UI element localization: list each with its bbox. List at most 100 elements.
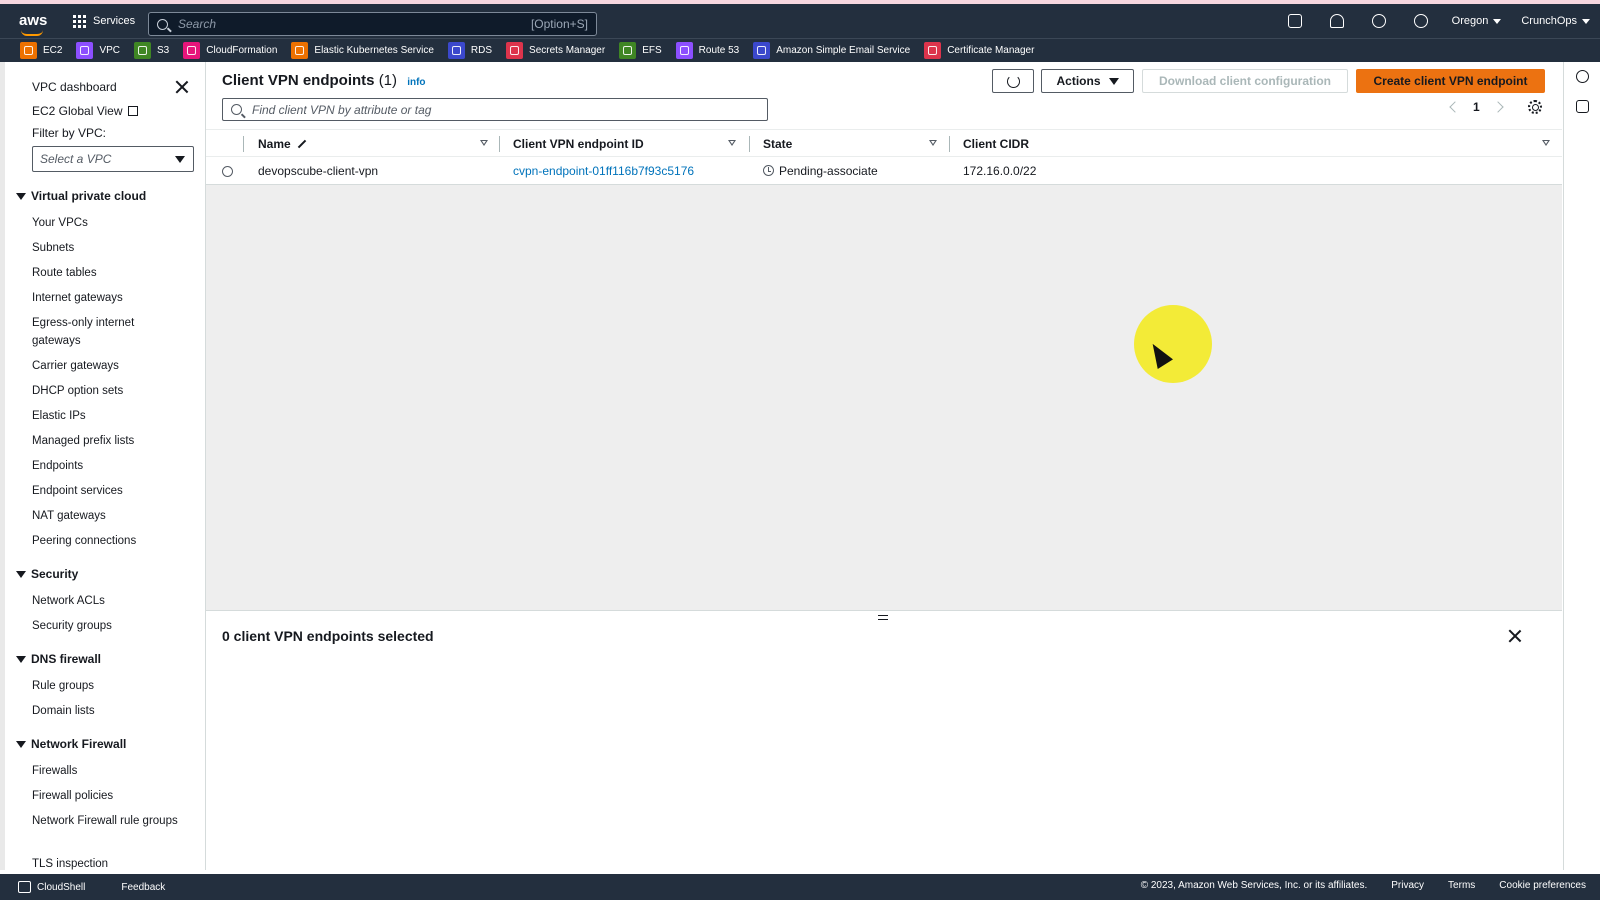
split-panel-title: 0 client VPN endpoints selected [222,628,434,644]
sidebar-item-your-vpcs[interactable]: Your VPCs [32,214,182,232]
caret-down-icon [16,192,26,200]
favorite-rds[interactable]: RDS [447,42,492,59]
sidebar-item-managed-prefix-lists[interactable]: Managed prefix lists [32,432,182,450]
row-select-radio[interactable] [222,166,233,177]
cursor-highlight [1134,305,1212,383]
chevron-left-icon[interactable] [1449,101,1461,113]
sidebar-item-elastic-ips[interactable]: Elastic IPs [32,407,182,425]
favorite-s3[interactable]: S3 [134,42,169,59]
vpc-filter-select[interactable]: Select a VPC [32,146,194,172]
cloudshell-icon[interactable] [1287,14,1302,28]
table-preferences-gear-icon[interactable] [1527,100,1542,114]
sidebar-section-network-firewall[interactable]: Network Firewall [16,737,126,751]
top-right-controls: Oregon CrunchOps [1274,4,1600,38]
sidebar-item-internet-gateways[interactable]: Internet gateways [32,289,182,307]
cell-state: Pending-associate [763,157,878,184]
chevron-right-icon[interactable] [1492,101,1504,113]
sidebar-item-route-tables[interactable]: Route tables [32,264,182,282]
favorite-label: Amazon Simple Email Service [776,45,911,56]
help-panel-icon[interactable] [1576,100,1589,113]
sidebar-item-subnets[interactable]: Subnets [32,239,182,257]
sidebar-item-vpc-dashboard[interactable]: VPC dashboard [32,80,117,94]
sidebar-item-endpoints[interactable]: Endpoints [32,457,182,475]
favorite-efs[interactable]: EFS [619,42,662,59]
column-header-client-cidr[interactable]: Client CIDR [963,130,1029,158]
chevron-down-icon [1582,18,1590,24]
settings-gear-icon[interactable] [1413,14,1428,28]
pagination: 1 [1449,100,1542,114]
sidebar-item-ec2-global-view[interactable]: EC2 Global View [32,104,138,118]
filter-input[interactable]: Find client VPN by attribute or tag [222,98,768,121]
column-separator [749,136,750,152]
create-client-vpn-endpoint-button[interactable]: Create client VPN endpoint [1356,69,1545,93]
services-menu-button[interactable]: Services [73,14,135,28]
sidebar-item-rule-groups[interactable]: Rule groups [32,677,182,695]
sort-icon[interactable] [929,140,937,146]
sidebar-item-carrier-gateways[interactable]: Carrier gateways [32,357,182,375]
sidebar-item-egress-only-internet-gateways[interactable]: Egress-only internet gateways [32,314,182,350]
column-header-name[interactable]: Name [258,130,307,158]
favorite-cloudformation[interactable]: CloudFormation [183,42,277,59]
favorite-secrets-manager[interactable]: Secrets Manager [506,42,605,59]
favorite-elastic-kubernetes-service[interactable]: Elastic Kubernetes Service [291,42,434,59]
service-icon [183,42,201,59]
sidebar-section-security[interactable]: Security [16,567,78,581]
favorite-certificate-manager[interactable]: Certificate Manager [924,42,1034,59]
chevron-down-icon [175,156,185,163]
sidebar-item-tls-inspection[interactable]: TLS inspection [32,855,182,870]
sort-icon[interactable] [728,140,736,146]
column-separator [243,136,244,152]
sidebar-section-virtual-private-cloud[interactable]: Virtual private cloud [16,189,146,203]
page-number[interactable]: 1 [1473,100,1480,114]
sidebar-item-network-acls[interactable]: Network ACLs [32,592,182,610]
sidebar-item-security-groups[interactable]: Security groups [32,617,182,635]
favorite-label: Secrets Manager [529,45,606,56]
external-link-icon [127,106,138,116]
sidebar-item-firewall-policies[interactable]: Firewall policies [32,787,182,805]
info-panel-icon[interactable] [1576,70,1589,83]
refresh-button[interactable] [992,69,1034,93]
sidebar-section-dns-firewall[interactable]: DNS firewall [16,652,101,666]
favorite-ec2[interactable]: EC2 [20,42,62,59]
sidebar-item-endpoint-services[interactable]: Endpoint services [32,482,182,500]
help-icon[interactable] [1371,14,1386,28]
sort-icon[interactable] [480,140,488,146]
sidebar-item-network-firewall-rule-groups[interactable]: Network Firewall rule groups [32,812,182,830]
column-header-endpoint-id[interactable]: Client VPN endpoint ID [513,130,644,158]
column-header-state[interactable]: State [763,130,792,158]
terminal-icon [18,881,31,893]
notifications-bell-icon[interactable] [1329,14,1344,28]
sidebar-item-domain-lists[interactable]: Domain lists [32,702,182,720]
privacy-link[interactable]: Privacy [1391,880,1424,891]
close-icon[interactable] [175,80,189,94]
service-icon [447,42,465,59]
sidebar-item-firewalls[interactable]: Firewalls [32,762,182,780]
region-selector[interactable]: Oregon [1452,15,1502,27]
sidebar-item-peering-connections[interactable]: Peering connections [32,532,182,550]
feedback-link[interactable]: Feedback [121,882,165,893]
caret-down-icon [16,655,26,663]
favorite-vpc[interactable]: VPC [76,42,120,59]
table-row[interactable]: devopscube-client-vpn cvpn-endpoint-01ff… [206,157,1562,185]
favorite-amazon-simple-email-service[interactable]: Amazon Simple Email Service [753,42,910,59]
service-icon [134,42,152,59]
cell-endpoint-id-link[interactable]: cvpn-endpoint-01ff116b7f93c5176 [513,157,694,184]
favorite-label: Route 53 [698,45,740,56]
aws-logo[interactable]: aws [19,13,49,36]
actions-dropdown-button[interactable]: Actions [1041,69,1134,93]
pending-clock-icon [763,165,774,176]
split-panel-resize-handle[interactable] [878,615,888,620]
terms-link[interactable]: Terms [1448,880,1475,891]
favorite-route-53[interactable]: Route 53 [675,42,740,59]
service-icon [924,42,942,59]
global-search-input[interactable]: Search [Option+S] [148,12,597,36]
sidebar-item-dhcp-option-sets[interactable]: DHCP option sets [32,382,182,400]
sidebar-item-nat-gateways[interactable]: NAT gateways [32,507,182,525]
close-icon[interactable] [1508,629,1522,643]
sort-icon[interactable] [1542,140,1550,146]
download-client-configuration-button[interactable]: Download client configuration [1142,69,1348,93]
cookie-preferences-link[interactable]: Cookie preferences [1499,880,1586,891]
cloudshell-button[interactable]: CloudShell [18,881,85,893]
info-link[interactable]: info [407,77,425,88]
account-menu[interactable]: CrunchOps [1521,15,1590,27]
